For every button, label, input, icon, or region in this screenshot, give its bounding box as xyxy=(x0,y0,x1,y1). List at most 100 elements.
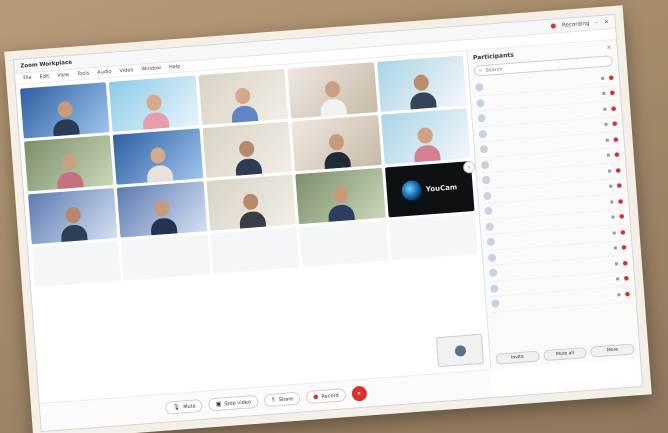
next-page-button[interactable]: › xyxy=(462,160,476,174)
search-icon: ⌕ xyxy=(478,66,483,74)
video-tile[interactable] xyxy=(24,135,114,192)
camera-off-icon: ▪ xyxy=(608,182,614,191)
microphone-icon: 🎙 xyxy=(172,403,181,412)
more-button[interactable]: More xyxy=(590,343,635,358)
video-tile[interactable] xyxy=(376,55,467,112)
participant-video xyxy=(319,80,348,117)
mic-muted-icon: ● xyxy=(611,120,618,128)
app-title: Zoom Workplace xyxy=(20,59,73,70)
participant-video xyxy=(59,206,88,243)
video-tile[interactable] xyxy=(117,181,208,238)
avatar xyxy=(490,284,499,293)
video-button[interactable]: ▣ Stop video xyxy=(208,394,259,412)
mic-muted-icon: ● xyxy=(609,89,616,97)
gallery-grid: YouCam xyxy=(20,55,475,245)
youcam-tile[interactable]: YouCam xyxy=(384,161,475,218)
menu-item-view[interactable]: View xyxy=(57,72,69,79)
menu-item-audio[interactable]: Audio xyxy=(97,69,112,76)
invite-button[interactable]: Invite xyxy=(495,350,540,365)
close-button[interactable]: ✕ xyxy=(604,19,609,25)
participant-name xyxy=(490,110,599,118)
recording-icon xyxy=(550,23,557,29)
mic-muted-icon: ● xyxy=(610,104,617,113)
avatar xyxy=(481,175,491,185)
camera-off-icon: ▪ xyxy=(604,136,610,144)
participant-name xyxy=(488,94,597,102)
name-only-tile[interactable] xyxy=(299,220,389,268)
video-tile[interactable] xyxy=(206,174,297,231)
share-button[interactable]: ⇪ Share xyxy=(263,391,301,408)
record-button[interactable]: ● Record xyxy=(305,388,347,405)
participants-panel: Participants ✕ ⌕ ▪●▪●▪●▪●▪●▪●▪●▪●▪●▪●▪●▪… xyxy=(466,39,640,370)
participant-video xyxy=(234,140,263,176)
participant-name xyxy=(498,218,607,226)
participant-video xyxy=(412,126,441,163)
mic-muted-icon: ● xyxy=(623,274,630,283)
zoom-window: Zoom Workplace Recording – ✕ File Edit Vie… xyxy=(12,13,644,433)
mute-button[interactable]: 🎙 Mute xyxy=(165,398,204,415)
participant-name xyxy=(491,125,600,133)
participant-video xyxy=(408,74,437,110)
video-tile[interactable] xyxy=(113,128,204,185)
participant-video xyxy=(148,199,177,236)
video-tile[interactable] xyxy=(198,68,289,126)
mic-muted-icon: ● xyxy=(622,259,629,267)
name-only-tile[interactable] xyxy=(121,234,211,281)
mic-muted-icon: ● xyxy=(617,197,624,205)
mic-muted-icon: ● xyxy=(621,243,627,252)
participant-name xyxy=(492,141,601,149)
camera-off-icon: ▪ xyxy=(615,275,621,283)
video-tile[interactable] xyxy=(109,75,200,132)
panel-title: Participants xyxy=(472,51,515,62)
avatar xyxy=(478,129,488,139)
recording-label: Recording xyxy=(561,20,590,29)
menu-item-file[interactable]: File xyxy=(23,75,32,82)
meeting-content: YouCam › Participants ✕ ⌕ ▪●▪●▪●▪●▪●▪●▪●… xyxy=(16,39,640,403)
menu-item-window[interactable]: Window xyxy=(141,65,161,72)
participant-name xyxy=(494,171,603,179)
mic-muted-icon: ● xyxy=(616,182,623,190)
menu-item-help[interactable]: Help xyxy=(169,64,181,71)
participant-video xyxy=(144,147,173,183)
avatar xyxy=(484,206,493,216)
video-tile[interactable] xyxy=(202,121,293,179)
avatar xyxy=(485,222,495,231)
close-icon[interactable]: ✕ xyxy=(606,44,612,51)
participant-name xyxy=(502,280,611,288)
mic-muted-icon: ● xyxy=(608,73,615,82)
participant-video xyxy=(323,133,352,170)
camera-off-icon: ▪ xyxy=(607,167,612,175)
video-tile[interactable] xyxy=(287,62,378,119)
video-tile[interactable] xyxy=(380,108,471,165)
webcam-logo-icon xyxy=(401,179,423,202)
menu-item-edit[interactable]: Edit xyxy=(39,73,49,80)
camera-off-icon: ▪ xyxy=(610,213,616,222)
participant-name xyxy=(501,264,610,272)
camera-off-icon: ▪ xyxy=(606,151,611,160)
avatar xyxy=(477,114,486,123)
camera-off-icon: ▪ xyxy=(614,260,619,268)
participant-name xyxy=(499,233,608,241)
video-tile[interactable] xyxy=(28,187,118,245)
youcam-brand: YouCam xyxy=(425,183,458,194)
photo-frame: Zoom Workplace Recording – ✕ File Edit Vie… xyxy=(4,5,652,433)
minimize-button[interactable]: – xyxy=(595,20,598,26)
camera-off-icon: ▪ xyxy=(611,229,617,237)
video-tile[interactable] xyxy=(20,82,110,139)
participant-name xyxy=(504,295,613,303)
leave-button[interactable]: ✕ xyxy=(351,385,368,402)
menu-item-video[interactable]: Video xyxy=(119,67,133,74)
video-tile[interactable] xyxy=(295,167,386,225)
menu-item-tools[interactable]: Tools xyxy=(77,70,90,77)
name-only-tile[interactable] xyxy=(210,227,300,274)
participant-list: ▪ ● ▪ ● ▪ ● ▪ ● ▪ ● ▪ ● ▪ ● ▪ ● ▪ ● ▪ ● ▪ ● ▪ ● ▪ ● ▪ ● ▪ ● xyxy=(474,70,631,313)
participant-name xyxy=(495,187,604,195)
video-gallery: YouCam › xyxy=(16,51,491,403)
name-only-tile[interactable] xyxy=(31,240,122,288)
self-view[interactable] xyxy=(435,333,484,368)
mute-all-button[interactable]: Mute all xyxy=(542,346,588,362)
camera-off-icon: ▪ xyxy=(601,90,607,98)
mic-muted-icon: ● xyxy=(615,166,622,175)
video-tile[interactable] xyxy=(291,114,382,172)
name-only-tile[interactable] xyxy=(388,213,478,261)
